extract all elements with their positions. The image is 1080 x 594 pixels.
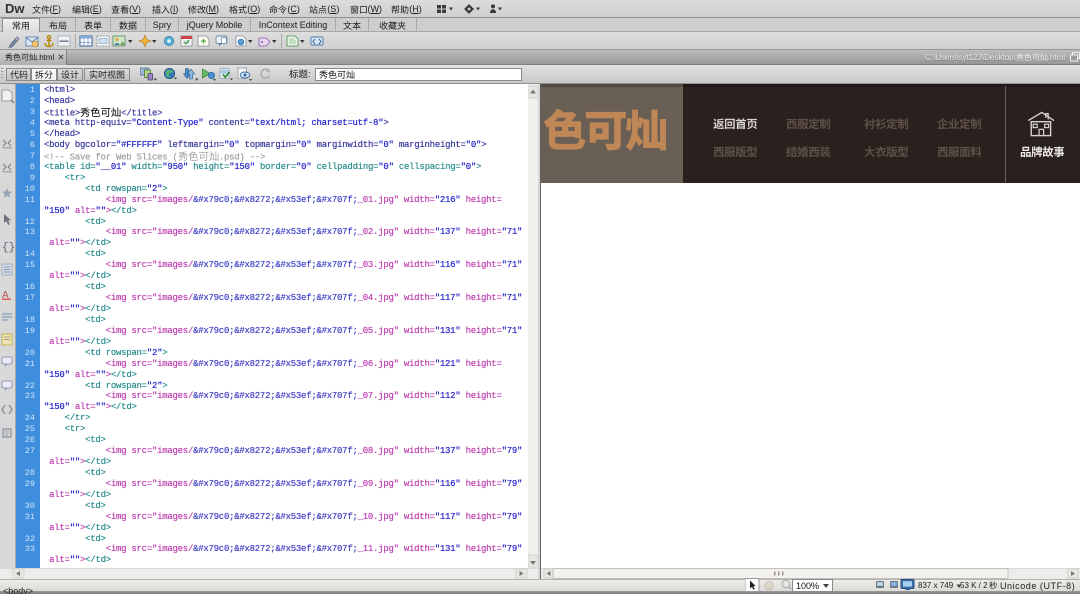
svg-text:{}: {} xyxy=(2,242,15,254)
